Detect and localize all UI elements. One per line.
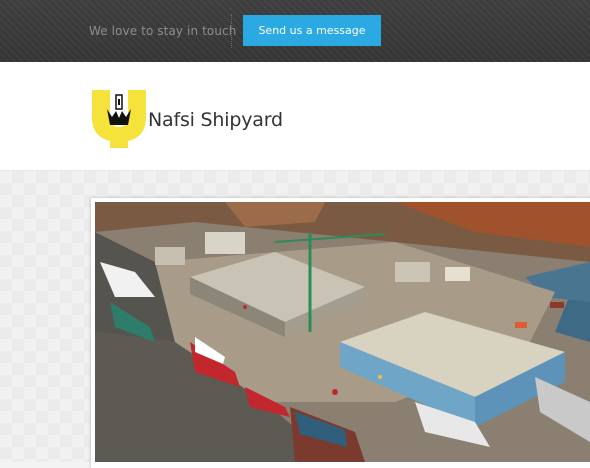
brand-name: Nafsi Shipyard [148, 109, 283, 131]
top-bar: We love to stay in touch Send us a messa… [0, 0, 590, 62]
site-header: Nafsi Shipyard [0, 62, 590, 171]
logo-link[interactable]: Nafsi Shipyard [90, 86, 283, 150]
divider [231, 14, 233, 48]
send-message-button[interactable]: Send us a message [243, 15, 381, 46]
shipyard-photo-image [95, 202, 590, 462]
stay-in-touch-text: We love to stay in touch [89, 24, 237, 38]
aerial-shipyard-photo [95, 202, 590, 462]
shipyard-logo-icon [92, 90, 146, 148]
